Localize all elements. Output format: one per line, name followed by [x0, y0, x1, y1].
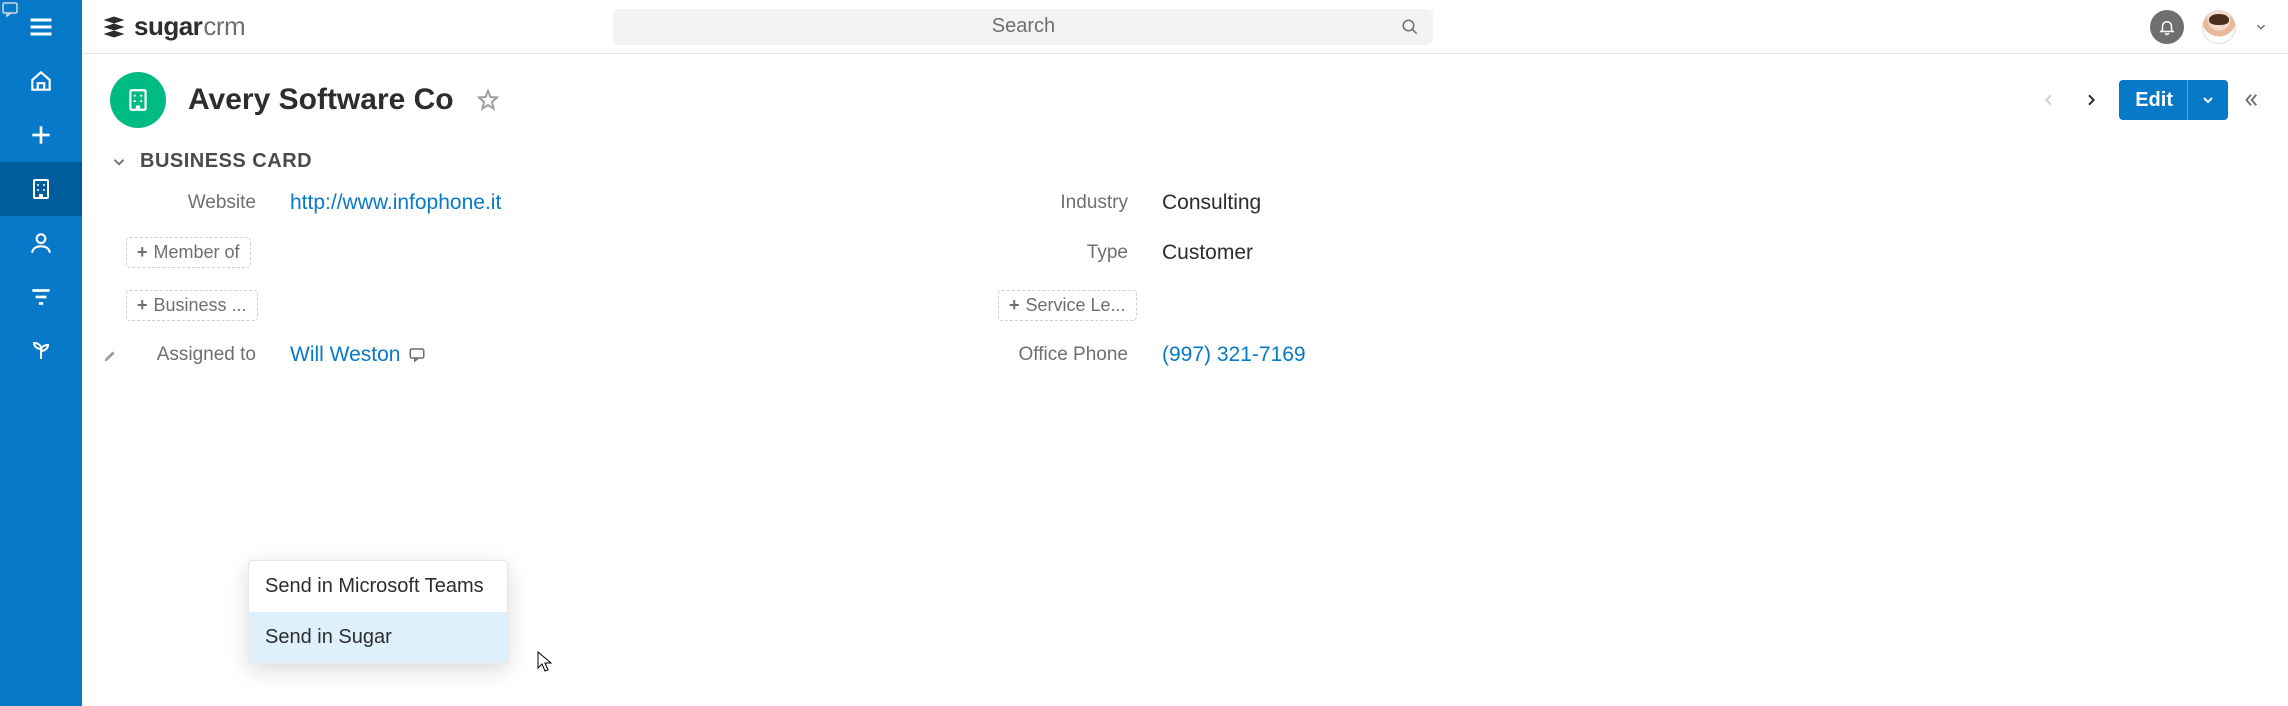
- person-icon: [28, 230, 54, 256]
- notifications-button[interactable]: [2150, 10, 2184, 44]
- chip-service-level-label: Service Le...: [1026, 295, 1126, 316]
- user-menu-caret[interactable]: [2254, 20, 2268, 34]
- logo-suffix: crm: [203, 11, 245, 42]
- nav-home[interactable]: [0, 54, 82, 108]
- record-header-actions: Edit: [2035, 80, 2260, 120]
- chip-member-of[interactable]: + Member of: [126, 237, 251, 268]
- field-assigned-to: Assigned to Will Weston: [126, 343, 938, 367]
- field-industry: Industry Consulting: [998, 191, 1810, 215]
- building-icon: [29, 177, 53, 201]
- field-label-assigned-to: Assigned to: [126, 344, 256, 366]
- business-card-section: BUSINESS CARD Website http://www.infopho…: [82, 138, 2288, 367]
- search-placeholder: Search: [992, 15, 1055, 38]
- plus-icon: +: [137, 242, 148, 263]
- topbar-right: [2150, 10, 2268, 44]
- chevron-double-left-icon: [2242, 91, 2260, 109]
- edit-button-dropdown[interactable]: [2188, 92, 2228, 108]
- nav-create[interactable]: [0, 108, 82, 162]
- menu-item-send-sugar[interactable]: Send in Sugar: [249, 612, 507, 663]
- chip-business-center-label: Business ...: [154, 295, 247, 316]
- logo-brand: sugar: [134, 11, 202, 42]
- bell-icon: [2158, 18, 2176, 36]
- record-title: Avery Software Co: [188, 83, 454, 117]
- field-value-assigned-to[interactable]: Will Weston: [290, 343, 400, 367]
- prev-record-button[interactable]: [2035, 88, 2063, 112]
- pencil-icon[interactable]: [102, 348, 118, 364]
- chat-icon[interactable]: [408, 346, 426, 364]
- chat-action-menu: Send in Microsoft Teams Send in Sugar: [248, 560, 508, 664]
- field-member-of: + Member of: [126, 237, 938, 268]
- chevron-right-icon: [2083, 92, 2099, 108]
- next-record-button[interactable]: [2077, 88, 2105, 112]
- fields-grid: Website http://www.infophone.it Industry…: [110, 191, 1810, 367]
- chip-member-of-label: Member of: [154, 242, 240, 263]
- menu-item-send-teams[interactable]: Send in Microsoft Teams: [249, 561, 507, 612]
- chevron-down-icon: [2200, 92, 2216, 108]
- left-nav: [0, 0, 82, 706]
- plus-icon: [28, 122, 54, 148]
- field-label-website: Website: [126, 192, 256, 214]
- plus-icon: +: [137, 295, 148, 316]
- field-value-website[interactable]: http://www.infophone.it: [290, 191, 501, 215]
- chevron-down-icon: [110, 153, 128, 171]
- favorite-toggle[interactable]: [476, 88, 500, 112]
- hamburger-icon: [27, 13, 55, 41]
- section-header[interactable]: BUSINESS CARD: [110, 142, 2260, 191]
- field-label-office-phone: Office Phone: [998, 344, 1128, 366]
- home-icon: [28, 68, 54, 94]
- user-avatar[interactable]: [2202, 10, 2236, 44]
- record-module-badge: [110, 72, 166, 128]
- section-collapse-toggle[interactable]: [110, 153, 128, 171]
- nav-contacts[interactable]: [0, 216, 82, 270]
- edit-button-label: Edit: [2119, 89, 2187, 112]
- screen-record-indicator-icon: [2, 2, 20, 18]
- topbar: sugarcrm Search: [82, 0, 2288, 54]
- field-type: Type Customer: [998, 237, 1810, 268]
- field-label-type: Type: [998, 242, 1128, 264]
- field-label-assigned-to-text: Assigned to: [157, 344, 256, 365]
- record-header: Avery Software Co Edit: [82, 54, 2288, 138]
- nav-leads[interactable]: [0, 324, 82, 378]
- field-service-level: + Service Le...: [998, 290, 1810, 321]
- field-website: Website http://www.infophone.it: [126, 191, 938, 215]
- field-business-center: + Business ...: [126, 290, 938, 321]
- collapse-sidepanel-button[interactable]: [2242, 91, 2260, 109]
- global-search[interactable]: Search: [613, 9, 1433, 45]
- funnel-icon: [28, 284, 54, 310]
- plus-icon: +: [1009, 295, 1020, 316]
- field-value-type: Customer: [1162, 241, 1253, 265]
- nav-opportunities[interactable]: [0, 270, 82, 324]
- field-label-industry: Industry: [998, 192, 1128, 214]
- product-logo[interactable]: sugarcrm: [100, 11, 245, 42]
- chip-service-level[interactable]: + Service Le...: [998, 290, 1137, 321]
- search-icon: [1401, 18, 1419, 36]
- edit-button[interactable]: Edit: [2119, 80, 2228, 120]
- sprout-icon: [29, 339, 53, 363]
- field-office-phone: Office Phone (997) 321-7169: [998, 343, 1810, 367]
- cursor-icon: [536, 650, 554, 674]
- nav-accounts[interactable]: [0, 162, 82, 216]
- field-value-office-phone[interactable]: (997) 321-7169: [1162, 343, 1306, 367]
- chevron-left-icon: [2041, 92, 2057, 108]
- logo-icon: [100, 13, 128, 41]
- section-title: BUSINESS CARD: [140, 150, 312, 173]
- field-value-industry: Consulting: [1162, 191, 1261, 215]
- chevron-down-icon: [2254, 20, 2268, 34]
- star-icon: [476, 88, 500, 112]
- building-icon: [125, 87, 151, 113]
- chip-business-center[interactable]: + Business ...: [126, 290, 258, 321]
